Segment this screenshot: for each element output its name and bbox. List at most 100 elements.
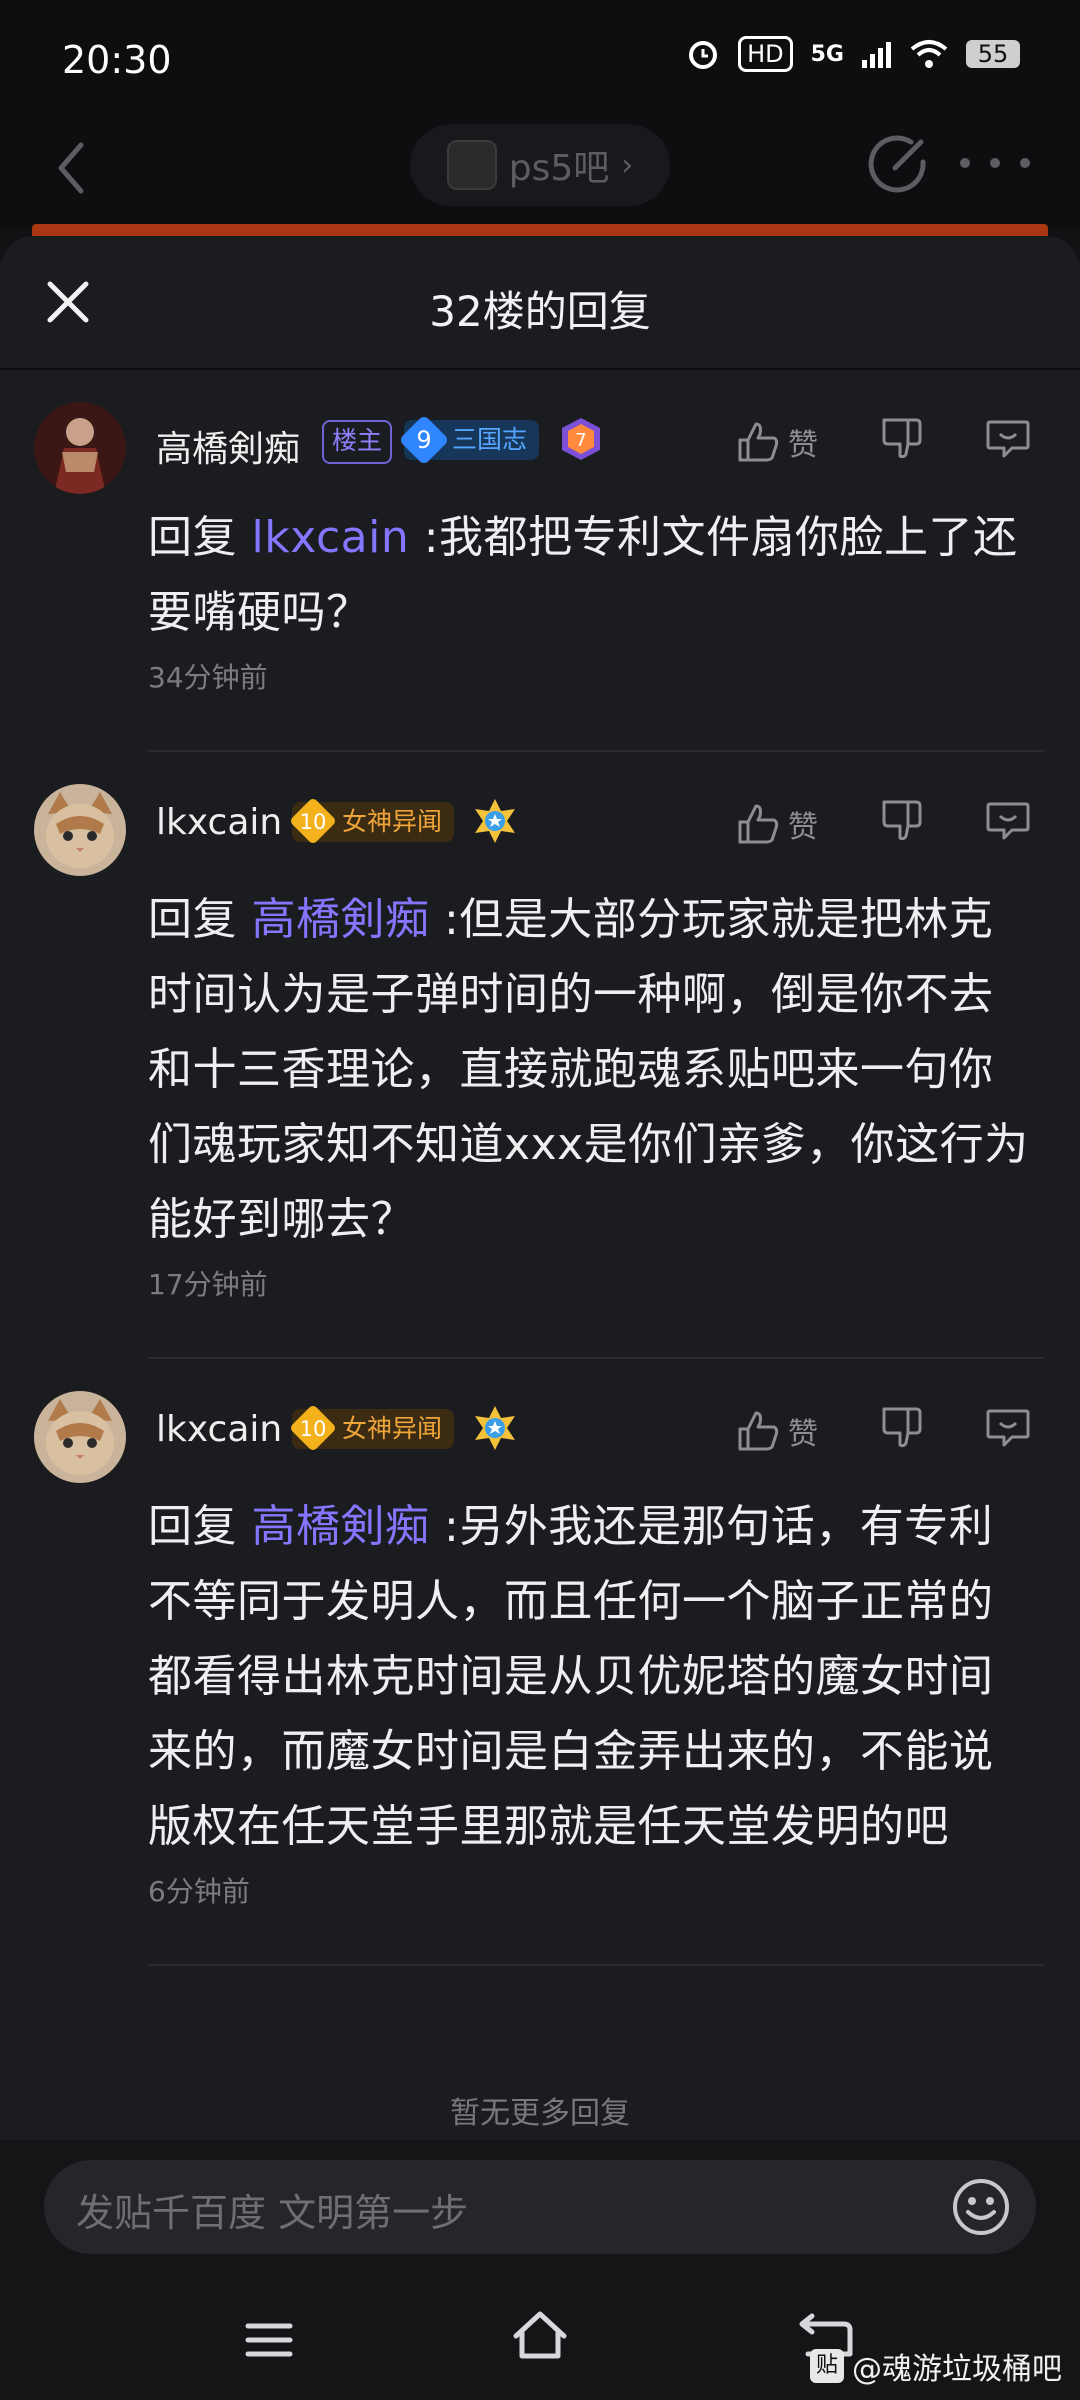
sheet-header: 32楼的回复 <box>0 236 1080 370</box>
level-title: 女神异闻 <box>342 807 443 836</box>
reply-content: :但是大部分玩家就是把林克时间认为是子弹时间的一种啊，倒是你不去和十三香理论，直… <box>148 894 1029 1245</box>
status-time: 20:30 <box>62 38 172 82</box>
medal-icon <box>470 796 520 846</box>
emoji-icon <box>953 2179 1009 2235</box>
like-button[interactable]: 赞 <box>736 414 818 470</box>
reply-prefix: 回复 <box>148 512 252 563</box>
mention-link[interactable]: 高橋剣痴 <box>252 894 430 945</box>
battery-indicator: 55 <box>966 40 1020 68</box>
username[interactable]: lkxcain <box>156 802 282 843</box>
like-button[interactable]: 赞 <box>736 796 818 852</box>
comment-button[interactable] <box>984 796 1038 852</box>
like-button[interactable]: 赞 <box>736 1403 818 1459</box>
reply-text: 回复 高橋剣痴 :另外我还是那句话，有专利不等同于发明人，而且任何一个脑子正常的… <box>148 1489 1036 1864</box>
more-button[interactable] <box>960 138 1030 188</box>
divider <box>148 1964 1044 1966</box>
alarm-icon <box>689 41 718 69</box>
forum-name: ps5吧 <box>508 148 610 189</box>
comment-icon <box>986 420 1030 458</box>
comment-button[interactable] <box>984 1403 1038 1459</box>
thumbs-down-icon <box>882 1407 922 1448</box>
comment-icon <box>986 802 1030 840</box>
nav-menu-button[interactable] <box>244 2320 294 2360</box>
reply-prefix: 回复 <box>148 894 252 945</box>
hd-indicator: HD <box>738 36 793 72</box>
reply-prefix: 回复 <box>148 1501 252 1552</box>
reply-content: :另外我还是那句话，有专利不等同于发明人，而且任何一个脑子正常的都看得出林克时间… <box>148 1501 994 1852</box>
reply-item: lkxcain 10 女神异闻 赞 回复 高橋剣痴 :但是大部分玩家就是把林克时… <box>0 752 1080 1359</box>
reply-item: 高橋剣痴 楼主 9 三国志 7 赞 回复 lkxcain :我都把专利文件扇你脸… <box>0 370 1080 752</box>
more-dot <box>1020 158 1030 168</box>
mention-link[interactable]: 高橋剣痴 <box>252 1501 430 1552</box>
status-bar: 20:30 HD 5G 55 <box>0 0 1080 118</box>
like-label: 赞 <box>788 428 818 463</box>
avatar[interactable] <box>34 402 126 494</box>
edit-icon <box>868 135 926 193</box>
thumbs-up-icon <box>738 422 779 462</box>
thumbs-up-icon <box>738 1411 779 1451</box>
menu-icon <box>245 2323 293 2357</box>
reply-sheet: 32楼的回复 高橋剣痴 楼主 9 三国志 7 赞 回复 lkxcain:我都把… <box>0 236 1080 2400</box>
forum-link[interactable]: ps5吧 › <box>410 124 670 206</box>
level-number: 10 <box>299 1417 327 1441</box>
reply-time: 6分钟前 <box>148 1875 250 1908</box>
chevron-left-icon <box>58 142 84 194</box>
status-icons: HD 5G 55 <box>686 36 1020 72</box>
top-navigation: ps5吧 › <box>0 118 1080 228</box>
no-more-replies: 暂无更多回复 <box>450 2096 630 2131</box>
like-label: 赞 <box>788 1417 818 1452</box>
avatar[interactable] <box>34 1391 126 1483</box>
network-indicator: 5G <box>810 41 844 67</box>
emoji-button[interactable] <box>950 2176 1012 2238</box>
avatar[interactable] <box>34 784 126 876</box>
reply-text: 回复 高橋剣痴 :但是大部分玩家就是把林克时间认为是子弹时间的一种啊，倒是你不去… <box>148 882 1036 1257</box>
dislike-button[interactable] <box>878 414 932 470</box>
watermark-text: @魂游垃圾桶吧 <box>852 2352 1062 2387</box>
reply-header: 高橋剣痴 楼主 9 三国志 7 赞 <box>0 370 1080 500</box>
thumbs-up-icon <box>738 804 779 844</box>
medal-number: 7 <box>575 430 586 451</box>
username[interactable]: lkxcain <box>156 1409 282 1450</box>
sheet-title: 32楼的回复 <box>429 287 651 336</box>
chevron-right-icon: › <box>621 147 634 183</box>
reply-time: 17分钟前 <box>148 1268 268 1301</box>
signal-icon <box>862 42 891 68</box>
reply-input[interactable]: 发贴千百度 文明第一步 <box>44 2160 1036 2254</box>
level-badge: 10 女神异闻 <box>288 796 455 846</box>
medal-icon: 7 <box>556 414 606 464</box>
username[interactable]: 高橋剣痴 <box>156 420 300 472</box>
more-dot <box>990 158 1000 168</box>
thumbs-down-icon <box>882 800 922 841</box>
back-button[interactable] <box>40 128 100 208</box>
dislike-button[interactable] <box>878 1403 932 1459</box>
reply-time: 34分钟前 <box>148 661 268 694</box>
level-number: 9 <box>416 426 432 454</box>
edit-button[interactable] <box>865 132 931 198</box>
like-label: 赞 <box>788 810 818 845</box>
level-badge: 9 三国志 <box>398 414 540 466</box>
level-number: 10 <box>299 810 327 834</box>
wifi-icon <box>910 40 948 68</box>
input-placeholder: 发贴千百度 文明第一步 <box>76 2191 469 2235</box>
watermark-logo: 贴 <box>810 2349 844 2383</box>
comment-icon <box>986 1409 1030 1447</box>
reply-item: lkxcain 10 女神异闻 赞 回复 高橋剣痴 :另外我还是那句话，有专利不… <box>0 1359 1080 1966</box>
mention-link[interactable]: lkxcain <box>252 512 410 563</box>
medal-icon <box>470 1403 520 1453</box>
level-title: 三国志 <box>452 425 528 454</box>
reply-text: 回复 lkxcain :我都把专利文件扇你脸上了还要嘴硬吗？ <box>148 500 1036 650</box>
home-icon <box>513 2311 567 2359</box>
dislike-button[interactable] <box>878 796 932 852</box>
comment-button[interactable] <box>984 414 1038 470</box>
forum-logo <box>446 140 497 190</box>
level-title: 女神异闻 <box>342 1414 443 1443</box>
owner-badge: 楼主 <box>322 420 393 464</box>
watermark: 贴 @魂游垃圾桶吧 <box>810 2344 1062 2388</box>
level-badge: 10 女神异闻 <box>288 1403 455 1453</box>
thumbs-down-icon <box>882 418 922 459</box>
more-dot <box>960 158 970 168</box>
reply-header: lkxcain 10 女神异闻 赞 <box>0 1359 1080 1489</box>
nav-home-button[interactable] <box>510 2306 570 2366</box>
bottom-bar: 发贴千百度 文明第一步 贴 @魂游垃圾桶吧 <box>0 2140 1080 2400</box>
reply-header: lkxcain 10 女神异闻 赞 <box>0 752 1080 882</box>
